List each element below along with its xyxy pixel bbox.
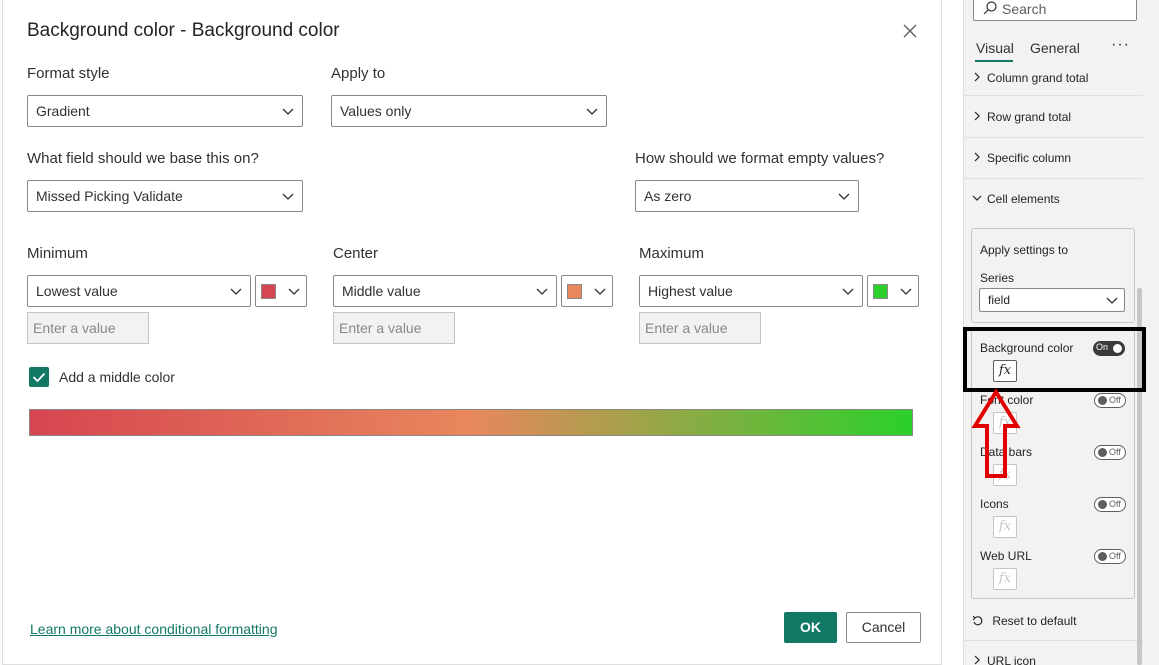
field-dropdown[interactable]: Missed Picking Validate — [27, 180, 303, 212]
reset-label: Reset to default — [992, 614, 1077, 628]
toggle-state: Off — [1109, 395, 1121, 405]
chevron-down-icon — [900, 288, 912, 295]
series-dropdown[interactable]: field — [979, 288, 1125, 312]
section-cell-elements[interactable]: Cell elements — [963, 179, 1143, 220]
section-column-grand-total[interactable]: Column grand total — [963, 55, 1143, 96]
up-arrow-icon — [971, 388, 1021, 478]
minimum-color-swatch — [261, 284, 276, 299]
center-dropdown[interactable]: Middle value — [333, 275, 557, 307]
minimum-label: Minimum — [27, 245, 88, 262]
ok-button[interactable]: OK — [784, 612, 837, 643]
maximum-value: Highest value — [648, 283, 733, 299]
toggle-knob — [1098, 552, 1107, 561]
icons-label: Icons — [980, 497, 1009, 511]
maximum-label: Maximum — [639, 245, 705, 262]
format-style-label: Format style — [27, 65, 110, 82]
format-style-value: Gradient — [36, 103, 90, 119]
search-placeholder: Search — [1002, 1, 1047, 17]
chevron-down-icon — [842, 288, 854, 295]
format-style-dropdown[interactable]: Gradient — [27, 95, 303, 127]
chevron-right-icon — [974, 655, 980, 665]
reset-icon — [972, 615, 983, 626]
section-specific-column[interactable]: Specific column — [963, 138, 1143, 179]
center-value: Middle value — [342, 283, 421, 299]
screen: Background color - Background color Form… — [0, 0, 1159, 665]
field-value: Missed Picking Validate — [36, 188, 183, 204]
section-label: URL icon — [987, 654, 1036, 665]
chevron-right-icon — [974, 72, 980, 82]
toggle-knob — [1098, 500, 1107, 509]
maximum-value-input: Enter a value — [639, 312, 761, 344]
minimum-dropdown[interactable]: Lowest value — [27, 275, 251, 307]
section-url-icon[interactable]: URL icon — [963, 640, 1143, 665]
empty-values-label: How should we format empty values? — [635, 150, 885, 167]
center-value-input: Enter a value — [333, 312, 455, 344]
minimum-color-picker[interactable] — [255, 275, 307, 307]
center-color-picker[interactable] — [561, 275, 613, 307]
toggle-state: Off — [1109, 499, 1121, 509]
chevron-down-icon — [586, 108, 598, 115]
tab-general[interactable]: General — [1030, 40, 1080, 56]
checkmark-icon — [32, 372, 46, 383]
tab-visual[interactable]: Visual — [976, 40, 1014, 56]
field-label: What field should we base this on? — [27, 150, 259, 167]
maximum-color-swatch — [873, 284, 888, 299]
gradient-preview — [29, 409, 913, 436]
series-label: Series — [980, 271, 1015, 285]
maximum-dropdown[interactable]: Highest value — [639, 275, 863, 307]
dialog-title: Background color - Background color — [27, 20, 340, 41]
chevron-down-icon — [282, 193, 294, 200]
center-label: Center — [333, 245, 379, 262]
close-icon — [903, 24, 917, 38]
chevron-down-icon — [838, 193, 850, 200]
close-button[interactable] — [899, 20, 921, 42]
center-color-swatch — [567, 284, 582, 299]
section-row-grand-total[interactable]: Row grand total — [963, 97, 1143, 138]
section-label: Cell elements — [987, 192, 1060, 206]
empty-values-value: As zero — [644, 188, 692, 204]
conditional-format-dialog: Background color - Background color Form… — [2, 0, 942, 665]
chevron-down-icon — [288, 288, 300, 295]
section-label: Column grand total — [987, 71, 1089, 85]
data-bars-toggle[interactable]: Off — [1094, 445, 1126, 460]
web-url-toggle[interactable]: Off — [1094, 549, 1126, 564]
chevron-down-icon — [594, 288, 606, 295]
section-label: Specific column — [987, 151, 1072, 165]
chevron-right-icon — [974, 152, 980, 162]
section-label: Row grand total — [987, 110, 1072, 124]
chevron-down-icon — [536, 288, 548, 295]
apply-to-value: Values only — [340, 103, 412, 119]
toggle-state: Off — [1109, 551, 1121, 561]
maximum-color-picker[interactable] — [867, 275, 919, 307]
minimum-value-input: Enter a value — [27, 312, 149, 344]
middle-color-label: Add a middle color — [59, 369, 175, 385]
icons-fx-button[interactable]: fx — [993, 516, 1017, 538]
more-options-button[interactable]: ··· — [1111, 36, 1130, 54]
highlight-box — [963, 327, 1146, 392]
web-url-label: Web URL — [980, 549, 1032, 563]
reset-to-default-button[interactable]: Reset to default — [972, 614, 1076, 628]
learn-more-link[interactable]: Learn more about conditional formatting — [30, 621, 277, 637]
toggle-state: Off — [1109, 447, 1121, 457]
empty-values-dropdown[interactable]: As zero — [635, 180, 859, 212]
series-value: field — [988, 293, 1011, 307]
middle-color-checkbox[interactable] — [29, 367, 49, 387]
icons-toggle[interactable]: Off — [1094, 497, 1126, 512]
web-url-fx-button[interactable]: fx — [993, 568, 1017, 590]
apply-settings-label: Apply settings to — [980, 243, 1069, 257]
toggle-knob — [1098, 448, 1107, 457]
chevron-down-icon — [972, 195, 982, 201]
chevron-right-icon — [974, 111, 980, 121]
minimum-value: Lowest value — [36, 283, 118, 299]
chevron-down-icon — [282, 108, 294, 115]
cancel-button[interactable]: Cancel — [846, 612, 921, 643]
chevron-down-icon — [1106, 297, 1118, 304]
apply-to-dropdown[interactable]: Values only — [331, 95, 607, 127]
apply-to-label: Apply to — [331, 65, 386, 82]
toggle-knob — [1098, 396, 1107, 405]
search-icon — [983, 1, 997, 15]
search-input[interactable]: Search — [973, 0, 1137, 21]
font-color-toggle[interactable]: Off — [1094, 393, 1126, 408]
chevron-down-icon — [230, 288, 242, 295]
